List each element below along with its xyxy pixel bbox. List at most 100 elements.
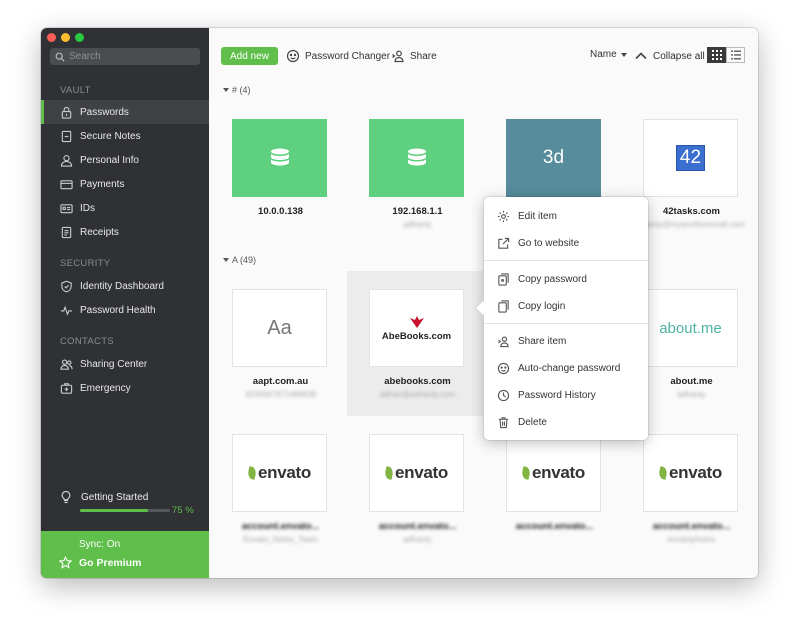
sidebar-item-emergency[interactable]: Emergency xyxy=(41,376,209,400)
envato-leaf-icon xyxy=(383,466,395,480)
pulse-icon xyxy=(59,303,73,317)
envato-logo: envato xyxy=(383,463,448,483)
chevron-down-icon xyxy=(620,52,627,57)
envato-leaf-icon xyxy=(246,466,258,480)
go-premium-button[interactable]: Go Premium xyxy=(59,556,141,569)
view-toggle xyxy=(707,47,745,63)
menu-item-copy-login[interactable]: Copy login xyxy=(484,293,648,319)
menu-item-label: Share item xyxy=(518,335,567,347)
note-icon xyxy=(59,129,73,143)
menu-item-label: Copy login xyxy=(518,300,566,312)
sidebar-item-identity-dashboard[interactable]: Identity Dashboard xyxy=(41,274,209,298)
menu-item-label: Password History xyxy=(518,389,596,401)
close-window-button[interactable] xyxy=(47,33,56,42)
menu-separator xyxy=(484,260,648,261)
item-subtitle: envatophotos xyxy=(667,535,716,544)
item-title: account.envato... xyxy=(515,521,594,532)
minimize-window-button[interactable] xyxy=(61,33,70,42)
external-link-icon xyxy=(498,237,510,249)
sidebar-item-password-health[interactable]: Password Health xyxy=(41,298,209,322)
item-title: account.envato... xyxy=(378,521,457,532)
menu-item-go-to-website[interactable]: Go to website xyxy=(484,230,648,256)
sidebar-item-passwords[interactable]: Passwords xyxy=(41,100,209,124)
sort-label: Name xyxy=(590,49,617,60)
item-thumbnail: Aa xyxy=(232,289,327,367)
share-label: Share xyxy=(410,50,437,62)
grid-view-button[interactable] xyxy=(707,47,726,63)
collapse-triangle-icon xyxy=(223,258,229,262)
getting-started-label: Getting Started xyxy=(81,491,149,503)
search-icon xyxy=(55,52,65,62)
password-changer-button[interactable]: Password Changer xyxy=(286,49,390,63)
server-icon xyxy=(270,148,289,166)
copy-icon xyxy=(498,299,509,313)
group-header-a[interactable]: A (49) xyxy=(223,255,256,265)
sidebar-item-label: Secure Notes xyxy=(80,130,141,142)
chevron-up-icon xyxy=(635,52,647,60)
menu-item-share-item[interactable]: Share item xyxy=(484,328,648,354)
envato-logo: envato xyxy=(246,463,311,483)
add-new-button[interactable]: Add new xyxy=(221,47,278,65)
item-subtitle: 3234567871488839 xyxy=(244,390,317,399)
contacts-section-header: CONTACTS xyxy=(60,336,114,347)
abebooks-bird-icon xyxy=(409,315,424,328)
first-aid-icon xyxy=(59,381,73,395)
person-icon xyxy=(59,153,73,167)
item-thumbnail: envato xyxy=(506,434,601,512)
menu-item-password-history[interactable]: Password History xyxy=(484,382,648,408)
sidebar-item-label: IDs xyxy=(80,202,95,214)
item-subtitle: Envato_Notes_Team xyxy=(243,535,318,544)
item-subtitle: adhanty xyxy=(403,535,432,544)
menu-item-delete[interactable]: Delete xyxy=(484,409,648,435)
server-icon xyxy=(407,148,426,166)
list-icon xyxy=(730,50,741,60)
sidebar: VAULT Passwords Secure Notes Personal In… xyxy=(41,28,209,578)
item-thumbnail: envato xyxy=(232,434,327,512)
menu-item-label: Auto-change password xyxy=(518,362,621,374)
search-input[interactable] xyxy=(69,51,189,62)
sidebar-item-personal-info[interactable]: Personal Info xyxy=(41,148,209,172)
password-changer-label: Password Changer xyxy=(305,50,391,62)
share-icon xyxy=(392,50,404,63)
search-box[interactable] xyxy=(50,48,200,65)
menu-item-auto-change-password[interactable]: Auto-change password xyxy=(484,355,648,381)
group-label: # (4) xyxy=(232,85,251,95)
vault-section-header: VAULT xyxy=(60,85,91,96)
item-title: account.envato... xyxy=(241,521,320,532)
menu-item-edit-item[interactable]: Edit item xyxy=(484,203,648,229)
sort-dropdown[interactable]: Name xyxy=(590,49,627,60)
item-logo-text: 42 xyxy=(675,145,706,171)
maximize-window-button[interactable] xyxy=(75,33,84,42)
collapse-all-button[interactable]: Collapse all xyxy=(634,49,705,63)
sidebar-item-sharing-center[interactable]: Sharing Center xyxy=(41,352,209,376)
sidebar-item-ids[interactable]: IDs xyxy=(41,196,209,220)
menu-item-copy-password[interactable]: Copy password xyxy=(484,266,648,292)
people-icon xyxy=(59,357,73,371)
card-icon xyxy=(59,177,73,191)
item-thumbnail: 3d xyxy=(506,119,601,197)
getting-started[interactable]: Getting Started 75 % xyxy=(59,490,199,516)
item-logo-text: Aa xyxy=(267,316,292,339)
item-thumbnail: AbeBooks.com xyxy=(369,289,464,367)
refresh-face-icon xyxy=(497,362,510,374)
sidebar-item-secure-notes[interactable]: Secure Notes xyxy=(41,124,209,148)
list-view-button[interactable] xyxy=(726,47,745,63)
receipt-icon xyxy=(59,225,73,239)
trash-icon xyxy=(498,416,509,428)
sidebar-item-receipts[interactable]: Receipts xyxy=(41,220,209,244)
sidebar-item-label: Passwords xyxy=(80,106,129,118)
envato-logo: envato xyxy=(657,463,722,483)
share-button[interactable]: Share xyxy=(391,49,437,63)
item-title: aapt.com.au xyxy=(252,376,309,387)
password-changer-icon xyxy=(286,49,300,63)
sidebar-item-payments[interactable]: Payments xyxy=(41,172,209,196)
security-section-header: SECURITY xyxy=(60,258,111,269)
toolbar: Add new Password Changer Share Name Coll… xyxy=(209,28,758,84)
progress-percent: 75 % xyxy=(172,505,194,516)
group-header-hash[interactable]: # (4) xyxy=(223,85,251,95)
menu-item-label: Edit item xyxy=(518,210,557,222)
item-thumbnail xyxy=(232,119,327,197)
context-menu: Edit item Go to website Copy password Co… xyxy=(484,197,648,440)
sidebar-item-label: Password Health xyxy=(80,304,156,316)
premium-panel[interactable]: Sync: On Go Premium xyxy=(41,531,209,578)
